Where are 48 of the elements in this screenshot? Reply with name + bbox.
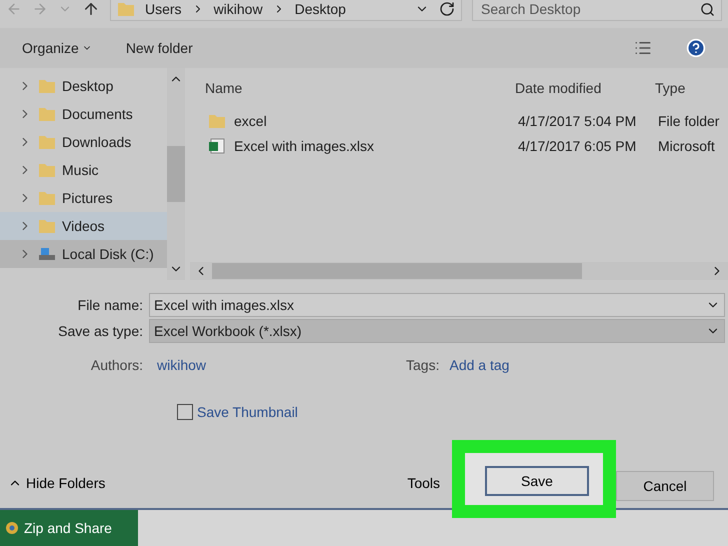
sidebar-item[interactable]: Desktop xyxy=(0,72,167,100)
column-header[interactable]: Name xyxy=(205,80,515,96)
up-button[interactable] xyxy=(82,0,100,18)
date-cell-text: 4/17/2017 5:04 PM xyxy=(518,112,638,128)
checkbox[interactable] xyxy=(177,404,193,420)
help-icon[interactable] xyxy=(686,38,706,58)
new-folder-button[interactable]: New folder xyxy=(126,40,193,56)
breadcrumb[interactable]: Desktop xyxy=(294,1,346,17)
file-name[interactable]: excel xyxy=(208,112,518,128)
refresh-icon[interactable] xyxy=(439,1,455,17)
gear-icon xyxy=(4,520,20,536)
cancel-button[interactable]: Cancel xyxy=(616,471,714,501)
sidebar-item[interactable]: Local Disk (C:) xyxy=(0,240,167,268)
type-cell-text: Microsoft xyxy=(658,138,716,154)
sidebar-item[interactable]: Music xyxy=(0,156,167,184)
column-header[interactable]: Type xyxy=(655,80,728,96)
file-name[interactable]: Excel with images.xlsx xyxy=(208,138,518,154)
organize-button[interactable]: Organize xyxy=(22,40,92,56)
sidebar-item[interactable]: Pictures xyxy=(0,184,167,212)
checkbox-label[interactable]: Save Thumbnail xyxy=(197,404,298,420)
add-tag-link[interactable]: Add a tag xyxy=(449,357,510,373)
authors-link[interactable]: wikihow xyxy=(157,357,206,373)
scrollbar[interactable] xyxy=(190,262,728,280)
save-type-dropdown[interactable]: Excel Workbook (*.xlsx) xyxy=(149,319,725,343)
search-input[interactable]: Search Desktop xyxy=(479,0,700,18)
column-header[interactable]: Date modified xyxy=(515,80,655,96)
drive-icon xyxy=(38,246,56,262)
breadcrumb[interactable]: Users xyxy=(145,1,182,17)
authors-label: Authors: xyxy=(90,357,144,373)
taskbar-button[interactable]: Zip and Share xyxy=(0,510,138,546)
scrollbar[interactable] xyxy=(167,68,185,280)
breadcrumb[interactable]: wikihow xyxy=(214,1,263,17)
sidebar-item[interactable]: Downloads xyxy=(0,128,167,156)
save-button[interactable]: Save xyxy=(485,466,589,496)
sidebar-item[interactable]: Videos xyxy=(0,212,167,240)
field-label: File name: xyxy=(76,297,144,313)
address-bar[interactable]: Users wikihow Desktop xyxy=(110,0,462,21)
type-cell-text: File folder xyxy=(658,112,720,128)
file-name-field[interactable]: Excel with images.xlsx xyxy=(149,293,725,317)
view-options-icon[interactable] xyxy=(634,39,652,57)
search-icon xyxy=(700,2,715,16)
tools-button[interactable]: Tools xyxy=(401,474,446,492)
search-field[interactable]: Search Desktop xyxy=(472,0,722,21)
tags-label: Tags: xyxy=(406,357,440,373)
field-label: Save as type: xyxy=(57,323,144,339)
hide-folders-button[interactable]: Hide Folders xyxy=(8,475,106,491)
date-cell-text: 4/17/2017 6:05 PM xyxy=(518,138,638,154)
sidebar-item[interactable]: Documents xyxy=(0,100,167,128)
